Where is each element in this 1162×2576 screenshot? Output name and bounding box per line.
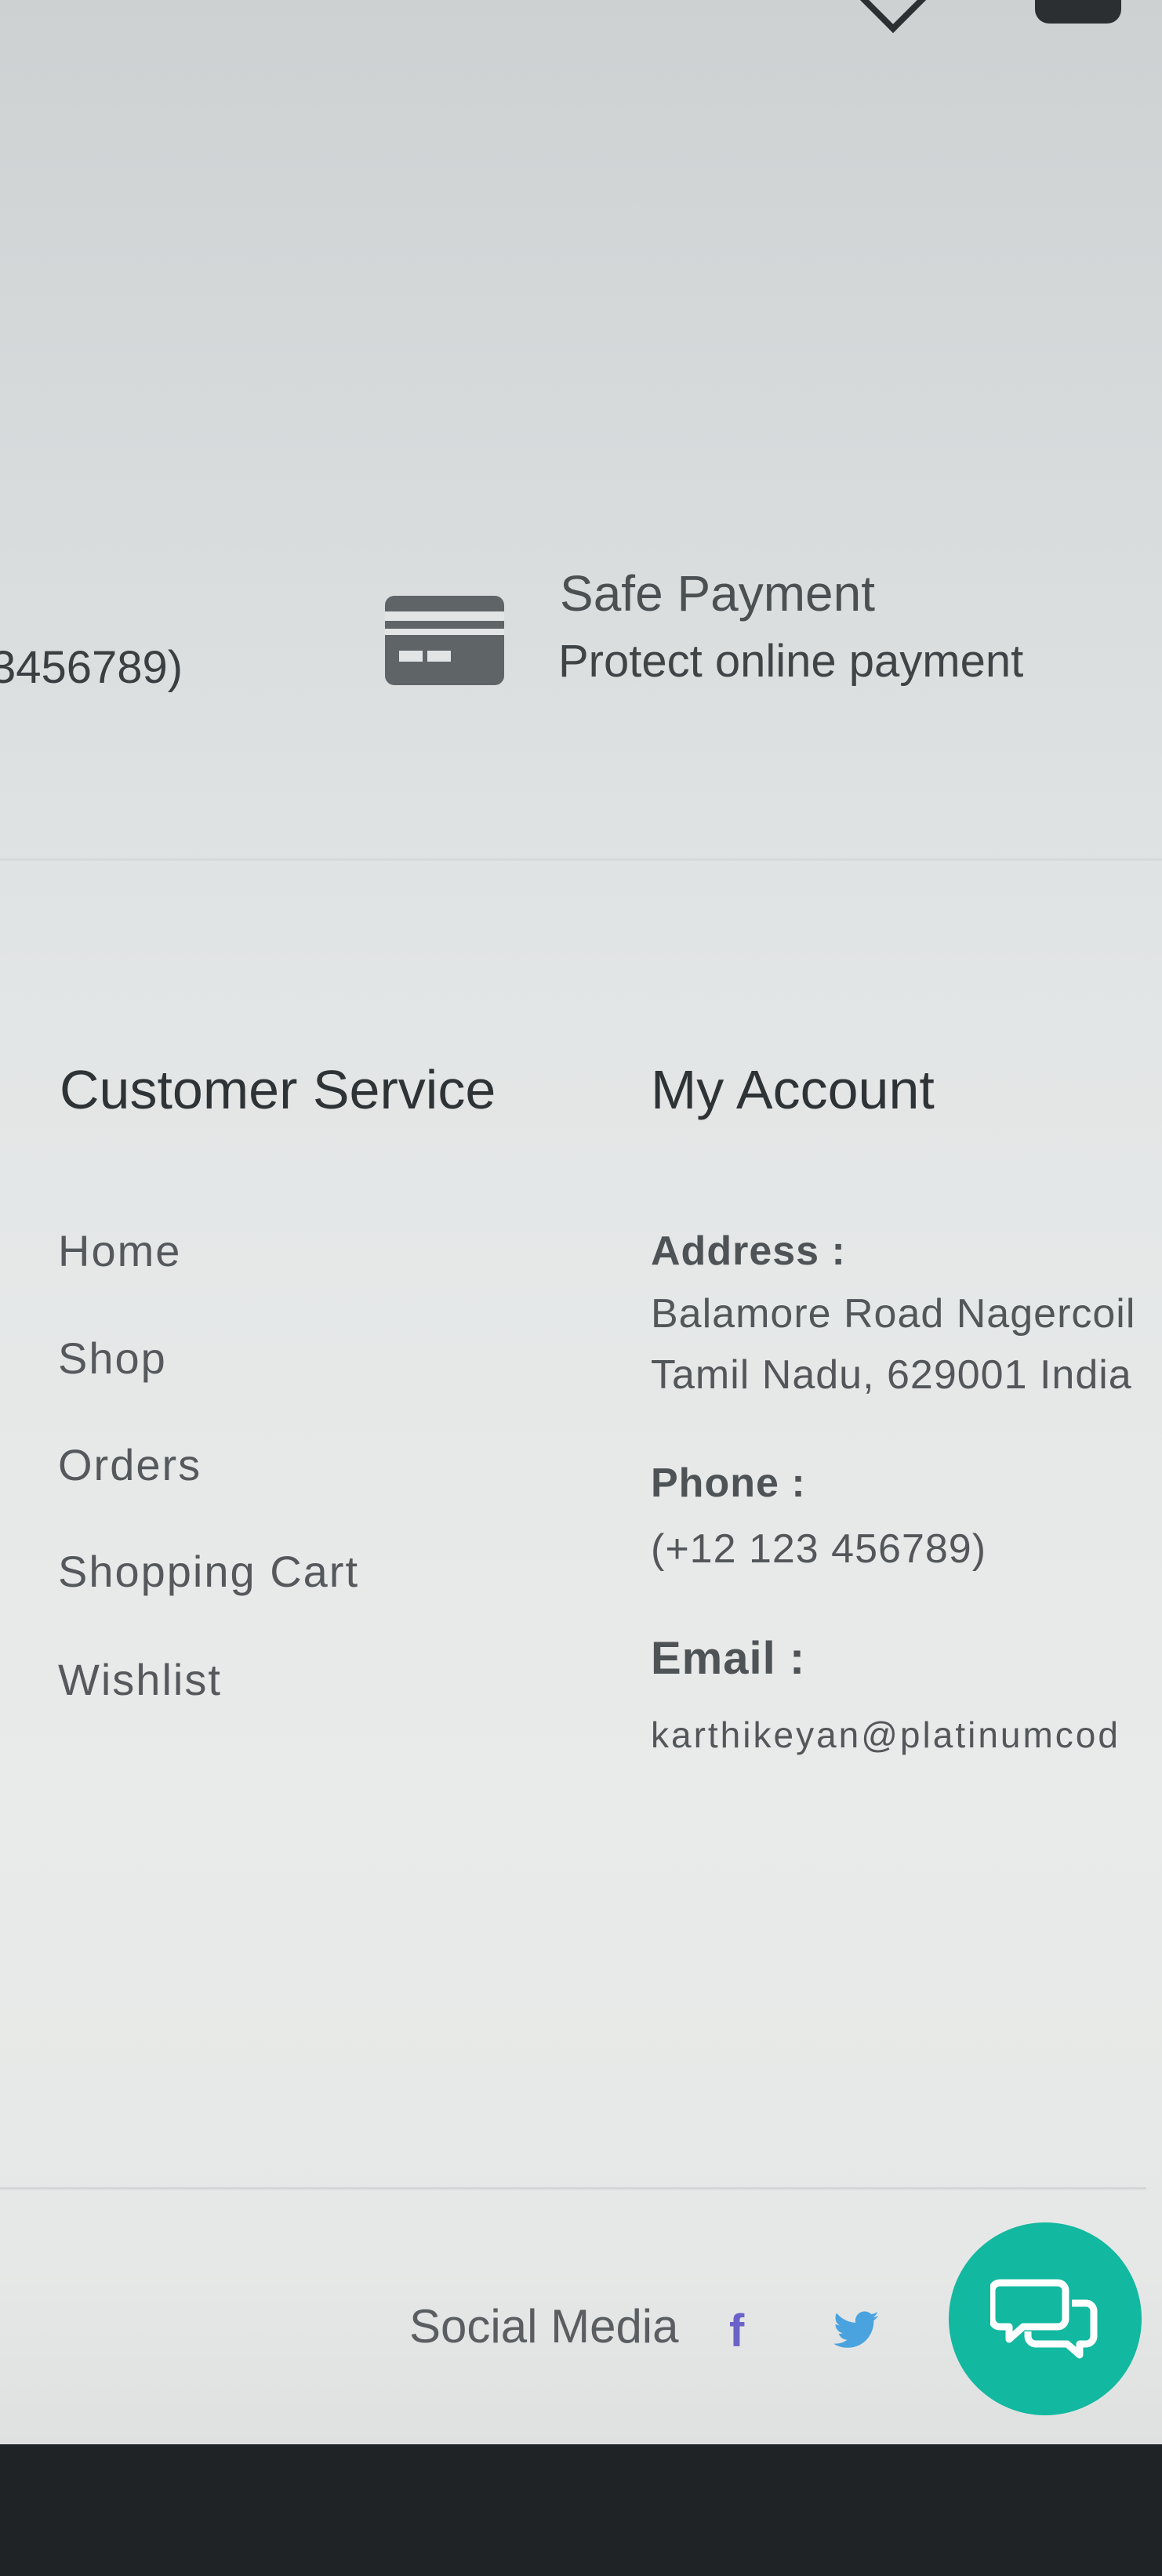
top-cut-text: MORE [0,0,177,7]
footer-link-shop[interactable]: Shop [58,1333,167,1384]
social-media-label: Social Media [409,2300,679,2353]
top-button-fragment[interactable] [1035,0,1121,24]
address-line-2: Tamil Nadu, 629001 India [651,1352,1132,1398]
device-bottom-bezel [0,2444,1162,2576]
customer-service-title: Customer Service [60,1059,496,1120]
feature-phone-partial: 3456789) [0,642,183,693]
twitter-icon[interactable] [831,2311,881,2352]
footer-divider [0,2187,1146,2190]
safe-payment-title: Safe Payment [560,565,875,622]
chat-button[interactable] [949,2222,1142,2415]
phone-value[interactable]: (+12 123 456789) [651,1526,986,1573]
chevron-down-icon[interactable] [855,0,931,34]
my-account-title: My Account [651,1059,935,1120]
footer-link-orders[interactable]: Orders [58,1439,202,1490]
footer-link-wishlist[interactable]: Wishlist [58,1654,222,1705]
phone-label: Phone : [651,1460,806,1506]
safe-payment-subtitle: Protect online payment [558,636,1024,687]
section-divider [0,858,1162,861]
footer-link-home[interactable]: Home [58,1225,181,1276]
email-label: Email : [651,1633,806,1684]
chat-icon [990,2279,1098,2359]
email-value[interactable]: karthikeyan@platinumcod [651,1714,1162,1756]
facebook-icon[interactable]: f [729,2305,744,2357]
footer-link-shopping-cart[interactable]: Shopping Cart [58,1546,359,1597]
credit-card-icon [385,596,504,685]
address-label: Address : [651,1228,846,1274]
address-line-1: Balamore Road Nagercoil [651,1291,1136,1337]
